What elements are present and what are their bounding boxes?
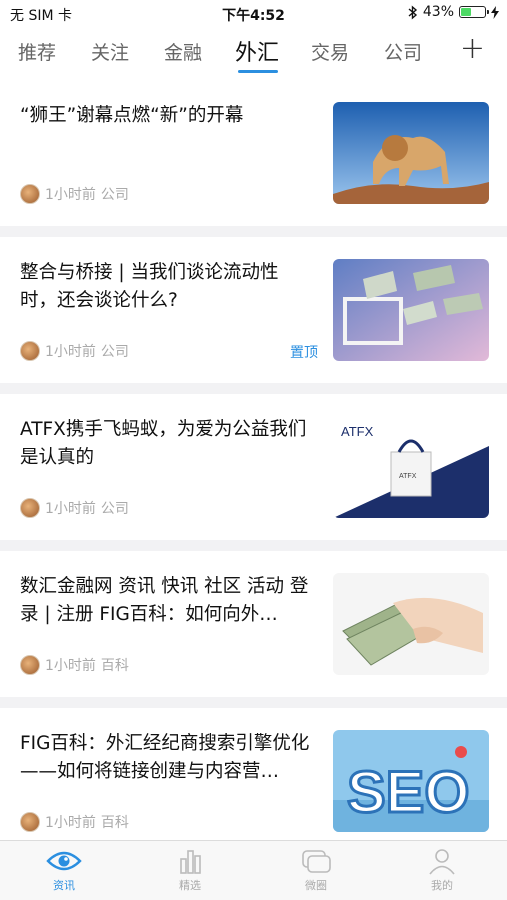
nav-label: 我的 [431,879,453,892]
nav-featured[interactable]: 精选 [160,847,220,893]
news-time: 1小时前 [45,815,96,831]
avatar [20,184,40,204]
news-time: 1小时前 [45,344,96,360]
nav-profile[interactable]: 我的 [412,847,472,893]
news-meta: 1小时前 百科 [20,655,129,675]
add-tab-button[interactable]: + [460,34,485,64]
pinned-badge: 置顶 [290,345,318,361]
news-time: 1小时前 [45,187,96,203]
tab-forex[interactable]: 外汇 [235,35,279,67]
avatar [20,812,40,832]
avatar [20,655,40,675]
news-card[interactable]: 整合与桥接 | 当我们谈论流动性时，还会谈论什么? 1小时前 公司 置顶 [0,237,507,383]
news-title[interactable]: ATFX携手飞蚂蚁，为爱为公益我们是认真的 [20,416,312,472]
charging-icon [491,5,499,19]
news-tag: 公司 [100,501,129,517]
bottom-nav: 资讯 精选 微圈 我的 [0,840,507,900]
tab-recommend[interactable]: 推荐 [18,38,56,65]
bluetooth-icon [408,4,417,20]
nav-label: 微圈 [305,879,327,892]
news-thumbnail[interactable] [333,573,489,675]
news-title[interactable]: “狮王”谢幕点燃“新”的开幕 [20,102,312,130]
news-card[interactable]: 数汇金融网 资讯 快讯 社区 活动 登录 | 注册 FIG百科：如何向外… 1小… [0,551,507,697]
user-icon [429,849,455,875]
news-tag: 公司 [100,187,129,203]
news-meta: 1小时前 公司 [20,498,129,518]
seo-text: SEO [347,760,470,825]
status-right: 43% [408,4,499,20]
tab-follow[interactable]: 关注 [91,38,129,65]
news-meta: 1小时前 公司 [20,184,129,204]
nav-label: 精选 [179,879,201,892]
eye-icon [46,851,82,871]
news-time: 1小时前 [45,658,96,674]
news-thumbnail[interactable] [333,102,489,204]
news-tag: 百科 [100,658,129,674]
news-card[interactable]: “狮王”谢幕点燃“新”的开幕 1小时前 公司 [0,80,507,226]
avatar [20,341,40,361]
news-title[interactable]: FIG百科：外汇经纪商搜索引擎优化——如何将链接创建与内容营… [20,730,312,786]
news-card[interactable]: ATFX携手飞蚂蚁，为爱为公益我们是认真的 1小时前 公司 ATFX ATFX [0,394,507,540]
bar-chart-icon [180,850,201,874]
news-title[interactable]: 整合与桥接 | 当我们谈论流动性时，还会谈论什么? [20,259,312,315]
active-tab-indicator [238,70,278,73]
tab-company[interactable]: 公司 [384,38,422,65]
avatar [20,498,40,518]
news-tag: 百科 [100,815,129,831]
nav-news[interactable]: 资讯 [34,847,94,893]
news-card[interactable]: FIG百科：外汇经纪商搜索引擎优化——如何将链接创建与内容营… 1小时前 百科 … [0,708,507,840]
category-tabs: 推荐 关注 金融 外汇 交易 公司 + [0,30,507,76]
news-tag: 公司 [100,344,129,360]
news-thumbnail[interactable] [333,259,489,361]
battery-percent: 43% [422,4,454,20]
nav-community[interactable]: 微圈 [286,847,346,893]
tab-trading[interactable]: 交易 [311,38,349,65]
nav-label: 资讯 [53,879,75,892]
atfx-bag-text: ATFX [399,473,417,480]
news-meta: 1小时前 公司 [20,341,129,361]
tab-finance[interactable]: 金融 [164,38,202,65]
chat-icon [302,850,331,873]
status-bar: 无 SIM 卡 下午4:52 43% [0,0,507,28]
news-title[interactable]: 数汇金融网 资讯 快讯 社区 活动 登录 | 注册 FIG百科：如何向外… [20,573,312,629]
battery-icon [459,6,489,18]
news-thumbnail[interactable]: SEO [333,730,489,832]
news-thumbnail[interactable]: ATFX ATFX [333,416,489,518]
news-time: 1小时前 [45,501,96,517]
news-meta: 1小时前 百科 [20,812,129,832]
atfx-logo-text: ATFX [341,424,374,439]
news-feed[interactable]: “狮王”谢幕点燃“新”的开幕 1小时前 公司 整合与桥接 | 当我们谈论流动性时… [0,80,507,840]
